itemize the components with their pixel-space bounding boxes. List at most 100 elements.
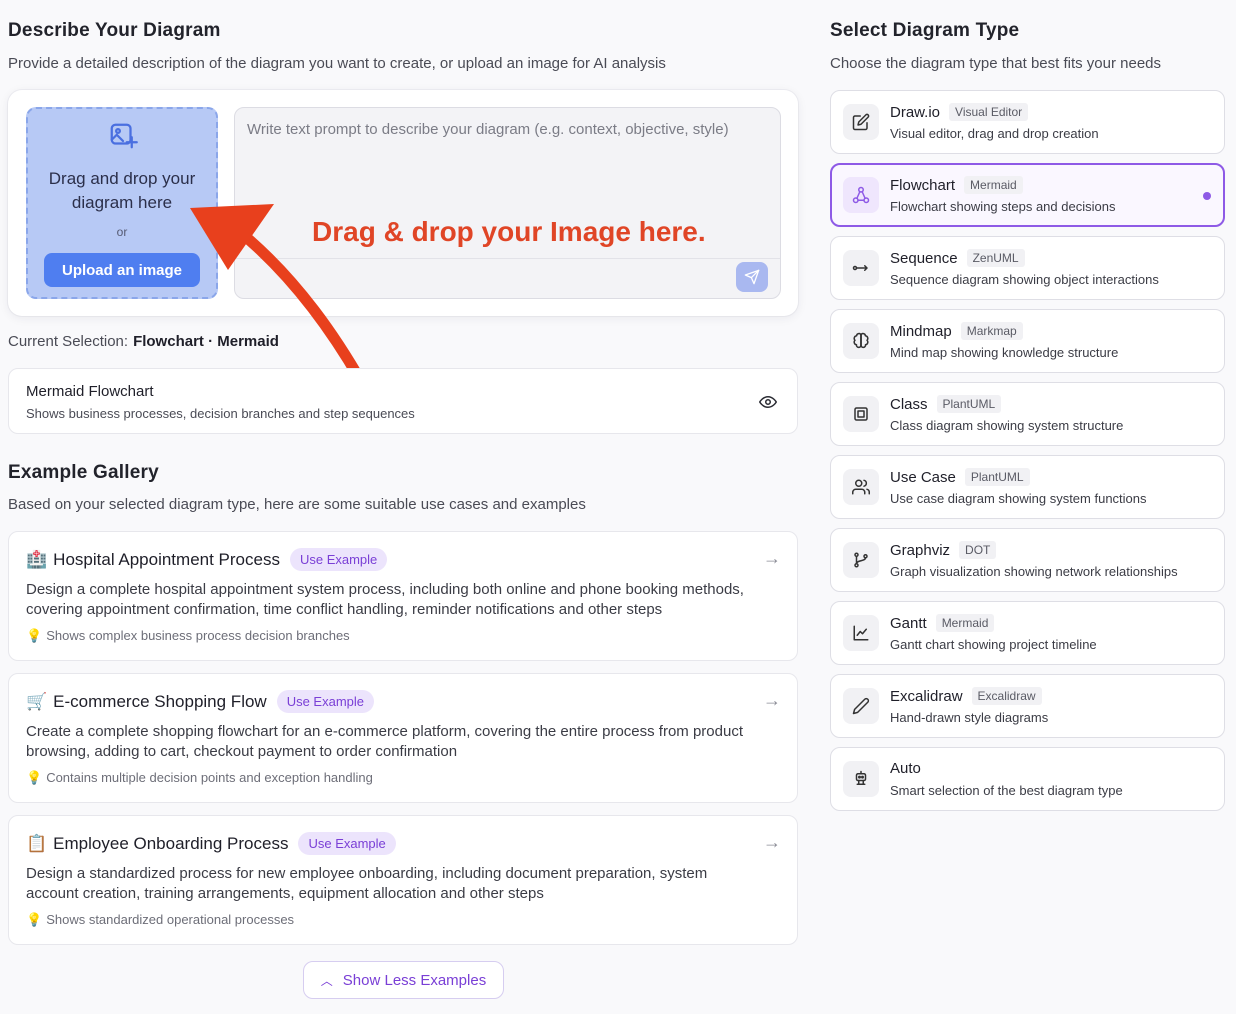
- pencil-icon: [843, 688, 879, 724]
- example-tip-text: Shows standardized operational processes: [46, 912, 295, 927]
- type-card-auto[interactable]: Auto Smart selection of the best diagram…: [830, 747, 1225, 811]
- type-description: Sequence diagram showing object interact…: [890, 272, 1159, 287]
- example-title: E-commerce Shopping Flow: [53, 691, 267, 711]
- lightbulb-icon: 💡: [26, 629, 43, 644]
- send-icon: [744, 269, 760, 285]
- type-tag: Mermaid: [935, 614, 995, 632]
- type-description: Class diagram showing system structure: [890, 418, 1124, 433]
- arrow-right-icon[interactable]: →: [763, 690, 781, 711]
- selected-indicator: [1203, 192, 1211, 200]
- type-name: Sequence: [890, 249, 958, 267]
- type-tag: DOT: [959, 541, 997, 559]
- example-header: 🏥 Hospital Appointment Process Use Examp…: [26, 548, 388, 571]
- eye-icon[interactable]: [759, 393, 777, 411]
- type-description: Flowchart showing steps and decisions: [890, 199, 1116, 214]
- robot-icon: [843, 761, 879, 797]
- gallery-title: Example Gallery: [8, 462, 159, 483]
- example-card[interactable]: 📋 Employee Onboarding Process Use Exampl…: [8, 815, 798, 945]
- type-name-row: Draw.io Visual Editor: [890, 103, 1029, 121]
- type-card-drawio[interactable]: Draw.io Visual Editor Visual editor, dra…: [830, 90, 1225, 154]
- type-name-row: Excalidraw Excalidraw: [890, 687, 1042, 705]
- type-name-row: Use Case PlantUML: [890, 468, 1030, 486]
- type-description: Hand-drawn style diagrams: [890, 710, 1049, 725]
- lightbulb-icon: 💡: [26, 771, 43, 786]
- input-card: Drag and drop your diagram here or Uploa…: [8, 90, 798, 316]
- users-icon: [843, 469, 879, 505]
- type-card-excalidraw[interactable]: Excalidraw Excalidraw Hand-drawn style d…: [830, 674, 1225, 738]
- example-description: Design a standardized process for new em…: [26, 865, 708, 902]
- type-description: Mind map showing knowledge structure: [890, 345, 1119, 360]
- type-tag: Markmap: [960, 322, 1023, 340]
- type-name-row: Gantt Mermaid: [890, 614, 995, 632]
- diagram-info-card: Mermaid Flowchart Shows business process…: [8, 368, 798, 434]
- type-name: Graphviz: [890, 541, 951, 559]
- current-selection-label: Current Selection:: [8, 333, 129, 350]
- type-name: Auto: [890, 760, 921, 777]
- diagram-type-title: Select Diagram Type: [830, 20, 1020, 41]
- type-card-use-case[interactable]: Use Case PlantUML Use case diagram showi…: [830, 455, 1225, 519]
- prompt-divider: [235, 258, 780, 259]
- dropzone-or: or: [116, 225, 128, 239]
- type-card-flowchart[interactable]: Flowchart Mermaid Flowchart showing step…: [830, 163, 1225, 227]
- gallery-subtitle: Based on your selected diagram type, her…: [8, 496, 586, 513]
- type-tag: Mermaid: [964, 176, 1023, 194]
- type-description: Gantt chart showing project timeline: [890, 637, 1097, 652]
- example-badge: Use Example: [298, 832, 396, 855]
- type-name: Gantt: [890, 614, 927, 632]
- shopping-cart-icon: 🛒: [26, 691, 48, 712]
- image-add-icon: [110, 123, 138, 149]
- info-title: Mermaid Flowchart: [26, 383, 154, 400]
- image-dropzone[interactable]: Drag and drop your diagram here or Uploa…: [26, 107, 218, 299]
- example-description: Create a complete shopping flowchart for…: [26, 723, 743, 760]
- type-tag: Visual Editor: [949, 103, 1029, 121]
- current-selection-value: Flowchart · Mermaid: [133, 333, 279, 350]
- example-tip: 💡 Contains multiple decision points and e…: [26, 770, 373, 786]
- type-description: Visual editor, drag and drop creation: [890, 126, 1099, 141]
- type-name: Class: [890, 395, 928, 413]
- example-badge: Use Example: [289, 548, 388, 571]
- type-card-gantt[interactable]: Gantt Mermaid Gantt chart showing projec…: [830, 601, 1225, 665]
- example-card[interactable]: 🏥 Hospital Appointment Process Use Examp…: [8, 531, 798, 661]
- example-tip-text: Shows complex business process decision …: [46, 628, 350, 643]
- dropzone-text: Drag and drop your diagram here: [48, 169, 196, 212]
- type-name: Mindmap: [890, 322, 952, 340]
- type-tag: Excalidraw: [971, 687, 1042, 705]
- lightbulb-icon: 💡: [26, 913, 43, 928]
- type-name-row: Mindmap Markmap: [890, 322, 1023, 340]
- send-button[interactable]: [736, 262, 768, 292]
- prompt-box: [234, 107, 781, 299]
- show-less-label: Show Less Examples: [342, 971, 487, 989]
- type-tag: PlantUML: [936, 395, 1002, 413]
- chart-icon: [843, 615, 879, 651]
- sequence-icon: [843, 250, 879, 286]
- example-tip-text: Contains multiple decision points and ex…: [46, 770, 373, 785]
- arrow-right-icon[interactable]: →: [763, 832, 781, 853]
- show-less-examples-button[interactable]: ︿ Show Less Examples: [303, 961, 504, 999]
- describe-subtitle: Provide a detailed description of the di…: [8, 55, 666, 72]
- type-tag: PlantUML: [964, 468, 1030, 486]
- clipboard-icon: 📋: [26, 833, 48, 854]
- flowchart-icon: [843, 177, 879, 213]
- example-title: Hospital Appointment Process: [53, 549, 280, 569]
- arrow-right-icon[interactable]: →: [763, 548, 781, 569]
- diagram-type-subtitle: Choose the diagram type that best fits y…: [830, 55, 1162, 72]
- example-tip: 💡 Shows standardized operational processe…: [26, 912, 294, 928]
- type-name: Draw.io: [890, 103, 941, 121]
- example-header: 🛒 E-commerce Shopping Flow Use Example: [26, 690, 375, 713]
- type-name-row: Sequence ZenUML: [890, 249, 1025, 267]
- type-card-mindmap[interactable]: Mindmap Markmap Mind map showing knowled…: [830, 309, 1225, 373]
- example-header: 📋 Employee Onboarding Process Use Exampl…: [26, 832, 396, 855]
- type-card-graphviz[interactable]: Graphviz DOT Graph visualization showing…: [830, 528, 1225, 592]
- example-badge: Use Example: [276, 690, 375, 713]
- type-tag: ZenUML: [966, 249, 1025, 267]
- type-name-row: Class PlantUML: [890, 395, 1002, 413]
- example-card[interactable]: 🛒 E-commerce Shopping Flow Use Example →…: [8, 673, 798, 803]
- upload-image-button[interactable]: Upload an image: [44, 253, 200, 287]
- annotation-text: Drag & drop your Image here.: [312, 216, 706, 247]
- type-card-class[interactable]: Class PlantUML Class diagram showing sys…: [830, 382, 1225, 446]
- type-name: Use Case: [890, 468, 956, 486]
- class-icon: [843, 396, 879, 432]
- git-branch-icon: [843, 542, 879, 578]
- type-name: Flowchart: [890, 176, 956, 194]
- type-card-sequence[interactable]: Sequence ZenUML Sequence diagram showing…: [830, 236, 1225, 300]
